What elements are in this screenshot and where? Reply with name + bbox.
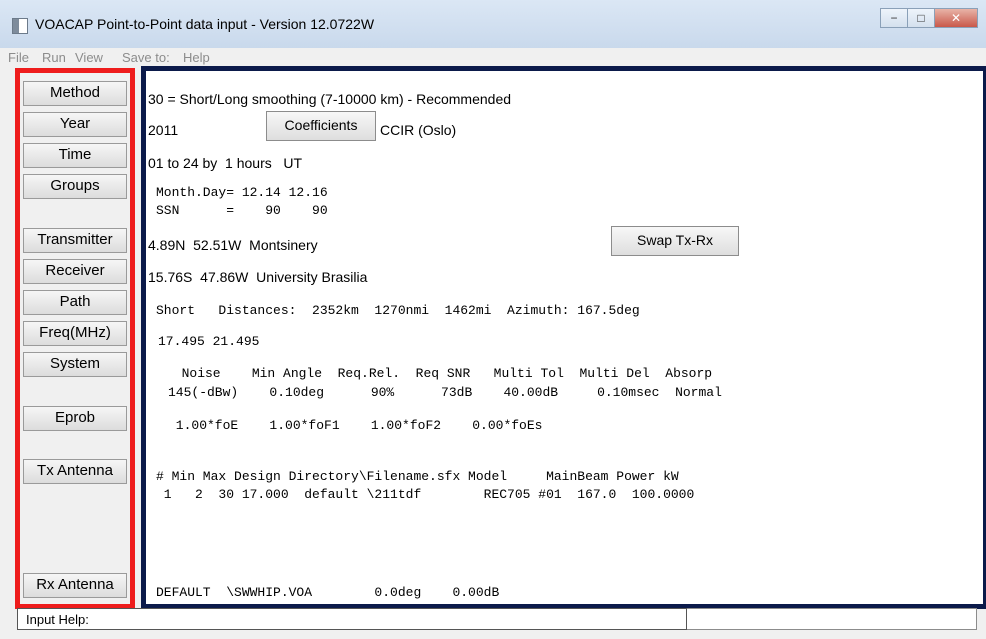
close-button[interactable]: ✕ <box>934 8 978 28</box>
receiver-button[interactable]: Receiver <box>23 259 127 284</box>
rx-antenna-line: DEFAULT \SWWHIP.VOA 0.0deg 0.00dB <box>156 585 500 600</box>
year-button[interactable]: Year <box>23 112 127 137</box>
main-panel: 30 = Short/Long smoothing (7-10000 km) -… <box>141 66 986 609</box>
menu-run[interactable]: Run <box>42 50 66 65</box>
system-header: Noise Min Angle Req.Rel. Req SNR Multi T… <box>166 366 713 381</box>
freq-button[interactable]: Freq(MHz) <box>23 321 127 346</box>
coefficients-value: CCIR (Oslo) <box>380 122 457 138</box>
transmitter-button[interactable]: Transmitter <box>23 228 127 253</box>
time-button[interactable]: Time <box>23 143 127 168</box>
window-title: VOACAP Point-to-Point data input - Versi… <box>35 16 375 32</box>
maximize-icon: □ <box>917 11 925 25</box>
tx-antenna-values: 1 2 30 17.000 default \211tdf REC705 #01… <box>156 487 695 502</box>
transmitter-line: 4.89N 52.51W Montsinery <box>148 237 318 253</box>
month-day-line: Month.Day= 12.14 12.16 <box>156 185 328 200</box>
sidebar: Method Year Time Groups Transmitter Rece… <box>15 68 135 609</box>
menu-help[interactable]: Help <box>183 50 210 65</box>
tx-antenna-button[interactable]: Tx Antenna <box>23 459 127 484</box>
eprob-button[interactable]: Eprob <box>23 406 127 431</box>
system-button[interactable]: System <box>23 352 127 377</box>
groups-button[interactable]: Groups <box>23 174 127 199</box>
rx-antenna-button[interactable]: Rx Antenna <box>23 573 127 598</box>
system-values: 145(-dBw) 0.10deg 90% 73dB 40.00dB 0.10m… <box>168 385 722 400</box>
path-button[interactable]: Path <box>23 290 127 315</box>
input-help-bar: Input Help: <box>17 608 687 630</box>
coefficients-button[interactable]: Coefficients <box>266 111 376 141</box>
method-line: 30 = Short/Long smoothing (7-10000 km) -… <box>148 91 512 107</box>
time-line: 01 to 24 by 1 hours UT <box>148 155 303 171</box>
minimize-button[interactable]: − <box>880 8 908 28</box>
input-help-label: Input Help: <box>26 612 89 627</box>
tx-antenna-header: # Min Max Design Directory\Filename.sfx … <box>156 469 679 484</box>
minimize-icon: − <box>890 11 898 25</box>
path-line: Short Distances: 2352km 1270nmi 1462mi A… <box>156 303 640 318</box>
menu-save-to[interactable]: Save to: <box>122 50 170 65</box>
menu-bar: File Run View Save to: Help <box>0 48 986 66</box>
maximize-button[interactable]: □ <box>907 8 935 28</box>
menu-file[interactable]: File <box>8 50 29 65</box>
ssn-line: SSN = 90 90 <box>156 203 328 218</box>
close-icon: ✕ <box>950 11 962 25</box>
receiver-line: 15.76S 47.86W University Brasilia <box>148 269 368 285</box>
year-value: 2011 <box>148 122 179 138</box>
status-panel <box>687 608 977 630</box>
menu-view[interactable]: View <box>75 50 103 65</box>
eprob-line: 1.00*foE 1.00*foF1 1.00*foF2 0.00*foEs <box>168 418 543 433</box>
app-icon <box>12 18 28 34</box>
title-bar: VOACAP Point-to-Point data input - Versi… <box>0 0 986 49</box>
swap-tx-rx-button[interactable]: Swap Tx-Rx <box>611 226 739 256</box>
freq-line: 17.495 21.495 <box>158 334 260 349</box>
app-window: VOACAP Point-to-Point data input - Versi… <box>0 0 986 639</box>
method-button[interactable]: Method <box>23 81 127 106</box>
